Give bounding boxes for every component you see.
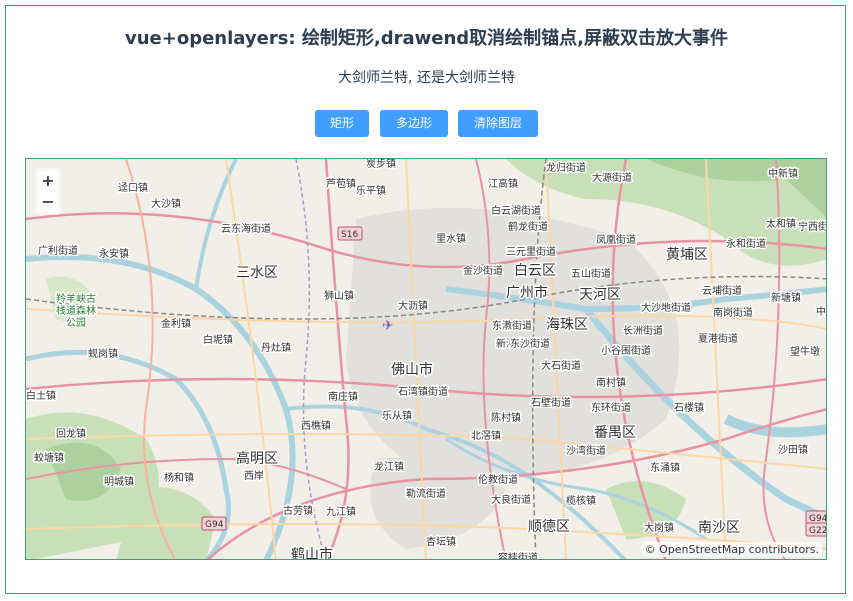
town-label: 乐平镇 (356, 184, 386, 197)
town-label: 龙江镇 (374, 460, 404, 473)
town-label: 南庄镇 (328, 390, 358, 403)
town-label: 北滘镇 (471, 429, 501, 442)
town-label: 江高镇 (488, 177, 518, 190)
page-subtitle: 大剑师兰特, 还是大剑师兰特 (338, 70, 515, 86)
town-label: 鹤龙街道 (508, 220, 548, 233)
town-label: 夏港街道 (698, 332, 738, 345)
clear-layer-button[interactable]: 清除图层 (458, 110, 538, 137)
town-label: 大岗镇 (644, 521, 674, 534)
town-label: 西岸 (244, 470, 264, 482)
town-label: 东沙街道 (510, 337, 550, 350)
town-label: 芦苞镇 (326, 177, 356, 190)
town-label: 望牛墩 (790, 345, 820, 358)
town-label: 大源街道 (592, 171, 632, 184)
city-label: 高明区 (236, 450, 278, 467)
zoom-control: + − (35, 168, 61, 215)
town-label: 太和镇 (766, 217, 796, 230)
road-shield-label: G94 (205, 520, 224, 530)
draw-polygon-button[interactable]: 多边形 (380, 110, 448, 137)
town-label: 广利街道 (38, 244, 78, 257)
zoom-in-button[interactable]: + (38, 171, 58, 191)
town-label: 里水镇 (436, 232, 466, 245)
town-label: 宁西街道 (798, 220, 827, 233)
town-label: 沙田镇 (778, 443, 808, 456)
town-label: 古劳镇 (283, 504, 313, 517)
map-attribution: © OpenStreetMap contributors. (641, 542, 822, 557)
town-label: 榄核镇 (566, 494, 596, 507)
town-label: 五山街道 (571, 267, 611, 280)
park-label: 羚羊峡古 (56, 292, 96, 305)
town-label: 勒流街道 (406, 487, 446, 500)
town-label: 大沥镇 (398, 299, 428, 312)
town-label: 大良街道 (491, 493, 531, 506)
town-label: 石湾镇街道 (398, 385, 448, 398)
town-label: 杨和镇 (164, 471, 194, 484)
map-tiles[interactable]: 广州市广州市佛山市佛山市番禺区番禺区白云区白云区天河区天河区海珠区海珠区三水区三… (26, 159, 827, 560)
town-label: 凤凰街道 (596, 233, 636, 246)
town-label: 九江镇 (326, 505, 356, 518)
town-label: 蚬岗镇 (88, 347, 118, 360)
town-label: 容桂街道 (498, 551, 538, 560)
town-label: 大石街道 (541, 359, 581, 372)
city-label: 番禺区 (594, 425, 636, 441)
page-title: vue+openlayers: 绘制矩形,drawend取消绘制锚点,屏蔽双击放… (125, 28, 728, 49)
city-label: 广州市 (506, 284, 548, 301)
zoom-out-button[interactable]: − (38, 192, 58, 212)
city-label: 顺德区 (528, 519, 570, 535)
town-label: 杏坛镇 (426, 535, 456, 548)
town-label: 石楼镇 (674, 401, 704, 414)
city-label: 海珠区 (546, 317, 588, 333)
town-label: 南村镇 (596, 376, 626, 389)
town-label: 金利镇 (161, 317, 191, 330)
town-label: 大沙镇 (151, 197, 181, 210)
town-label: 东涌镇 (650, 461, 680, 474)
map-viewport[interactable]: 广州市 广州市 佛山市 佛山市 番禺区 番禺区 白云区 白云区 天河区 天河区 海珠区 海珠区 三水区三… (25, 158, 827, 560)
city-label: 南沙区 (698, 520, 740, 536)
town-label: 回龙镇 (56, 427, 86, 440)
town-label: 中新镇 (768, 167, 798, 180)
park-label: 公园 (66, 317, 86, 329)
city-label: 白云区 (514, 263, 556, 279)
city-label: 三水区 (236, 265, 278, 281)
town-label: 云埔街道 (702, 284, 742, 297)
town-label: 陈村镇 (491, 411, 521, 424)
town-label: 龙归街道 (546, 161, 586, 174)
town-label: 炭步镇 (366, 159, 396, 170)
town-label: 迳口镇 (118, 181, 148, 194)
town-label: 永和街道 (726, 237, 766, 250)
town-label: 狮山镇 (324, 289, 354, 302)
town-label: 中堂镇 (816, 305, 827, 318)
town-label: 丹灶镇 (261, 341, 291, 354)
town-label: 石壁街道 (531, 396, 571, 409)
town-label: 小谷围街道 (601, 344, 651, 357)
town-label: 白土镇 (26, 389, 56, 402)
town-label: 明城镇 (104, 475, 134, 488)
city-label: 黄埔区 (666, 246, 708, 263)
town-label: 蛟塘镇 (34, 451, 64, 464)
road-shield-label: S16 (341, 230, 358, 240)
road-shield-label: G22 (809, 526, 827, 536)
draw-rectangle-button[interactable]: 矩形 (315, 110, 369, 137)
airplane-icon: ✈ (382, 318, 394, 334)
town-label: 新塘镇 (771, 291, 801, 304)
town-label: 东漖街道 (492, 319, 532, 332)
town-label: 白云湖街道 (491, 204, 541, 217)
park-label: 栈道森林 (56, 304, 96, 317)
city-label: 鹤山市 (291, 546, 333, 560)
city-label: 佛山市 (391, 361, 433, 378)
town-label: 三元里街道 (506, 245, 556, 258)
town-label: 东环街道 (591, 401, 631, 414)
town-label: 大沙地街道 (641, 301, 691, 314)
town-label: 永安镇 (99, 247, 129, 260)
town-label: 长洲街道 (623, 324, 663, 337)
city-label: 天河区 (579, 287, 621, 303)
town-label: 沙湾街道 (566, 444, 606, 457)
town-label: 金沙街道 (463, 264, 503, 277)
town-label: 云东海街道 (221, 222, 271, 235)
town-label: 白坭镇 (203, 333, 233, 346)
town-label: 西樵镇 (301, 419, 331, 432)
town-label: 南岗街道 (713, 306, 753, 319)
town-label: 乐从镇 (382, 409, 412, 422)
town-label: 伦教街道 (478, 473, 518, 486)
